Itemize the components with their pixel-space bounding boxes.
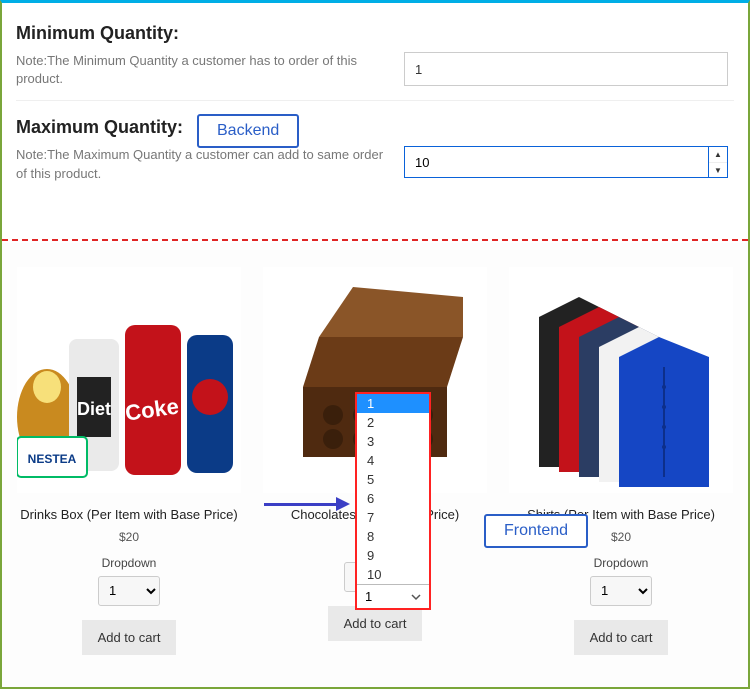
spinner-up-icon[interactable]: ▲ [709,147,727,163]
svg-text:Diet: Diet [77,399,111,419]
max-qty-heading: Maximum Quantity: [16,117,734,138]
qty-option[interactable]: 7 [357,508,429,527]
add-to-cart-button[interactable]: Add to cart [328,606,423,641]
backend-section: Minimum Quantity: Note:The Minimum Quant… [2,3,748,195]
product-image [509,267,733,493]
qty-option[interactable]: 6 [357,489,429,508]
max-qty-input[interactable] [404,146,708,178]
dropdown-label: Dropdown [594,556,649,570]
min-qty-block: Minimum Quantity: Note:The Minimum Quant… [16,17,734,101]
frontend-badge: Frontend [484,514,588,548]
min-qty-note: Note:The Minimum Quantity a customer has… [16,52,386,88]
dropdown-label: Dropdown [102,556,157,570]
min-qty-input[interactable] [404,52,728,86]
qty-option[interactable]: 1 [357,394,429,413]
product-image: Diet Coke NESTEA [17,267,241,493]
max-qty-spinner[interactable]: ▲ ▼ [404,146,728,178]
min-qty-input-wrap [404,52,734,86]
qty-option[interactable]: 4 [357,451,429,470]
min-qty-heading: Minimum Quantity: [16,23,734,44]
qty-select[interactable]: 1 [590,576,652,606]
product-card: Shirts (Per Item with Base Price) $20 Dr… [506,267,736,675]
qty-select-collapsed[interactable]: 1 [357,584,429,608]
qty-select[interactable]: 1 [98,576,160,606]
product-title: Drinks Box (Per Item with Base Price) [20,507,237,524]
svg-text:NESTEA: NESTEA [28,452,77,466]
qty-option[interactable]: 5 [357,470,429,489]
annotation-arrow [264,497,350,511]
qty-option[interactable]: 9 [357,546,429,565]
chevron-down-icon [411,592,421,602]
min-qty-row: Note:The Minimum Quantity a customer has… [16,52,734,88]
product-card: Diet Coke NESTEA Drinks Box (Per Item wi… [14,267,244,675]
arrow-line-icon [264,503,336,506]
max-qty-block: Maximum Quantity: Note:The Maximum Quant… [16,101,734,194]
qty-selected-value: 1 [365,589,372,604]
arrow-head-icon [336,497,350,511]
backend-badge: Backend [197,114,299,148]
qty-option[interactable]: 2 [357,413,429,432]
section-divider [2,239,748,241]
app-frame: Minimum Quantity: Note:The Minimum Quant… [0,0,750,689]
qty-dropdown-open[interactable]: 1 2 3 4 5 6 7 8 9 10 1 [355,392,431,610]
max-qty-note: Note:The Maximum Quantity a customer can… [16,146,386,182]
max-qty-input-wrap: ▲ ▼ [404,146,734,178]
qty-option[interactable]: 8 [357,527,429,546]
qty-option[interactable]: 3 [357,432,429,451]
spinner-down-icon[interactable]: ▼ [709,163,727,178]
product-price: $20 [119,530,139,544]
add-to-cart-button[interactable]: Add to cart [82,620,177,655]
qty-option[interactable]: 10 [357,565,429,584]
spinner-arrows: ▲ ▼ [708,146,728,178]
product-price: $20 [611,530,631,544]
add-to-cart-button[interactable]: Add to cart [574,620,669,655]
max-qty-row: Note:The Maximum Quantity a customer can… [16,146,734,182]
